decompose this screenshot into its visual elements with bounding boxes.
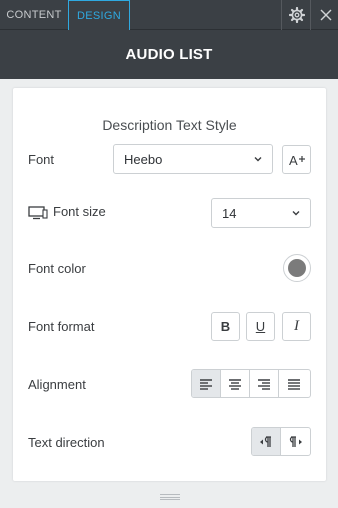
- gear-icon: [288, 7, 305, 23]
- resize-handle[interactable]: [160, 494, 180, 500]
- tab-content[interactable]: CONTENT: [0, 0, 68, 30]
- font-color-swatch: [288, 259, 306, 277]
- align-center-button[interactable]: [221, 370, 250, 397]
- italic-icon: I: [294, 318, 299, 334]
- chevron-down-icon: [292, 211, 300, 216]
- rtl-button[interactable]: [281, 428, 310, 455]
- ltr-button[interactable]: [252, 428, 281, 455]
- desktop-icon: [28, 206, 48, 220]
- panel-title: AUDIO LIST: [125, 46, 213, 63]
- panel-header: AUDIO LIST: [0, 30, 338, 79]
- align-justify-button[interactable]: [279, 370, 308, 397]
- settings-card: Description Text Style Font Heebo A Font…: [13, 88, 326, 481]
- underline-button[interactable]: U: [246, 312, 275, 341]
- font-size-value: 14: [222, 205, 237, 221]
- svg-text:A: A: [289, 153, 298, 168]
- font-size-increase-icon: A: [289, 153, 305, 168]
- chevron-down-icon: [254, 157, 262, 162]
- font-select[interactable]: Heebo: [113, 144, 273, 174]
- align-center-icon: [229, 378, 241, 390]
- font-label: Font: [28, 152, 55, 167]
- font-size-increase-button[interactable]: A: [282, 145, 311, 174]
- text-direction-group: [251, 427, 311, 456]
- rtl-icon: [289, 435, 302, 447]
- font-color-picker[interactable]: [283, 254, 311, 282]
- align-justify-icon: [287, 378, 300, 390]
- alignment-label: Alignment: [28, 377, 86, 392]
- align-left-button[interactable]: [192, 370, 221, 397]
- font-select-value: Heebo: [124, 151, 163, 167]
- align-right-icon: [258, 378, 270, 390]
- alignment-group: [191, 369, 311, 398]
- bold-icon: B: [220, 319, 231, 334]
- align-left-icon: [200, 378, 212, 390]
- ltr-icon: [260, 435, 271, 447]
- italic-button[interactable]: I: [282, 312, 311, 341]
- text-direction-label: Text direction: [28, 435, 105, 450]
- bold-button[interactable]: B: [211, 312, 240, 341]
- underline-icon: U: [255, 319, 266, 334]
- font-size-label: Font size: [53, 204, 106, 219]
- font-format-label: Font format: [28, 319, 95, 334]
- font-color-label: Font color: [28, 261, 86, 276]
- settings-button[interactable]: [281, 0, 311, 30]
- top-tab-bar: CONTENT DESIGN: [0, 0, 338, 30]
- align-right-button[interactable]: [250, 370, 279, 397]
- section-title: Description Text Style: [102, 117, 237, 133]
- font-size-select[interactable]: 14: [211, 198, 311, 228]
- close-icon: [320, 9, 331, 21]
- close-button[interactable]: [310, 0, 338, 30]
- tab-design[interactable]: DESIGN: [68, 0, 130, 30]
